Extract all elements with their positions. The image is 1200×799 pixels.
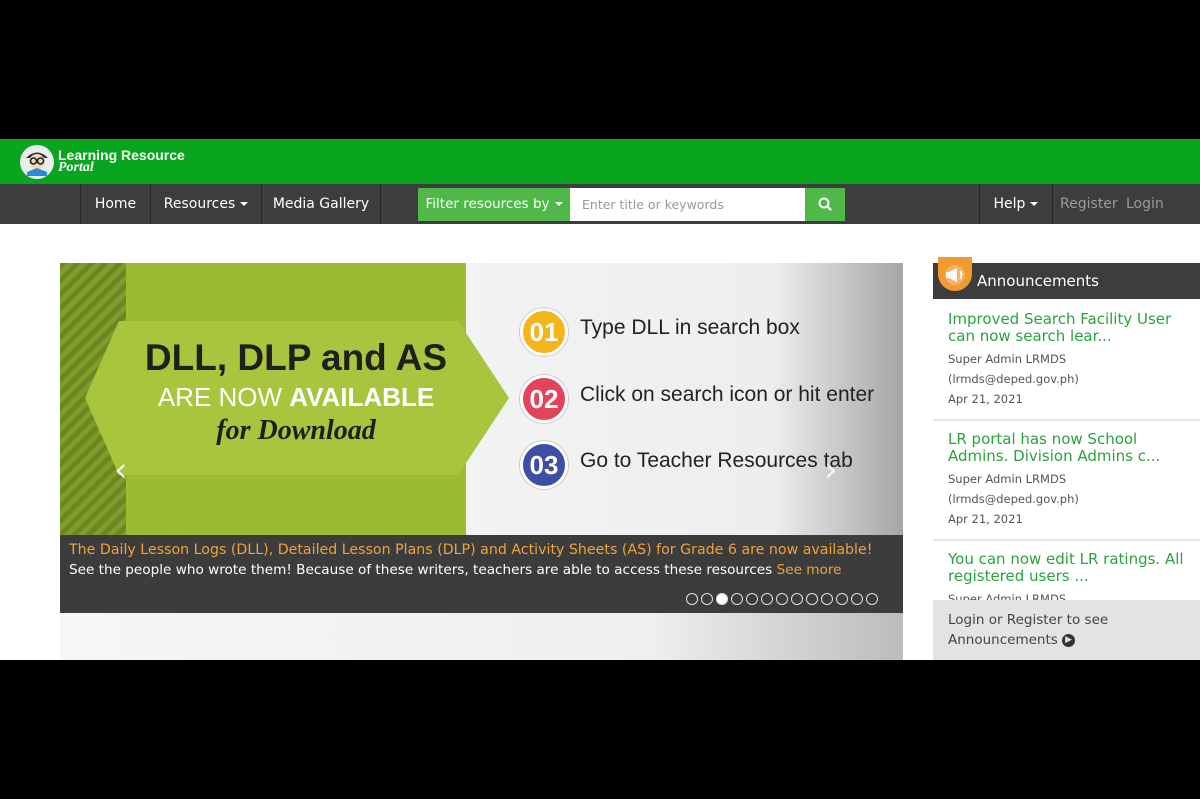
portal-screen: Learning Resource Portal Home Resources … — [0, 139, 1200, 660]
carousel-indicators — [686, 593, 878, 605]
announcement-title-link[interactable]: LR portal has now School Admins. Divisio… — [948, 431, 1193, 465]
login-link[interactable]: Login — [1126, 184, 1164, 224]
login-prompt-label: Login or Register to see Announcements — [948, 612, 1109, 648]
nav-resources-label: Resources — [163, 196, 236, 212]
announcement-email: (lrmds@deped.gov.ph) — [948, 372, 1079, 386]
caption-description: See the people who wrote them! Because o… — [69, 562, 841, 578]
arrow-right-circle-icon: ▶ — [1062, 633, 1076, 647]
slide-subline-emphasis: AVAILABLE — [289, 382, 435, 412]
carousel-bottom-strip — [60, 613, 903, 660]
step-number-badge: 03 — [520, 441, 568, 489]
nav-help-dropdown[interactable]: Help — [979, 184, 1053, 224]
step-number-badge: 02 — [520, 375, 568, 423]
carousel-dot[interactable] — [761, 593, 773, 605]
carousel-dot[interactable] — [866, 593, 878, 605]
announcement-date: Apr 21, 2021 — [948, 392, 1023, 406]
top-header: Learning Resource Portal — [0, 139, 1200, 184]
carousel-dot[interactable] — [821, 593, 833, 605]
step-number-badge: 01 — [520, 308, 568, 356]
carousel-dot[interactable] — [776, 593, 788, 605]
caret-down-icon — [1030, 202, 1039, 206]
announcement-author: Super Admin LRMDS — [948, 472, 1067, 486]
brand-subname[interactable]: Portal — [58, 161, 94, 175]
nav-home[interactable]: Home — [80, 184, 150, 224]
carousel-dot[interactable] — [746, 593, 758, 605]
announcement-title-link[interactable]: Improved Search Facility User can now se… — [948, 311, 1193, 345]
announcements-title: Announcements — [977, 272, 1099, 290]
announcement-date: Apr 21, 2021 — [948, 512, 1023, 526]
announcement-item: You can now edit LR ratings. All registe… — [933, 551, 1200, 600]
login-prompt-text: Login or Register to see Announcements ▶ — [948, 610, 1188, 650]
nav-home-label: Home — [94, 196, 137, 212]
announcement-email: (lrmds@deped.gov.ph) — [948, 492, 1079, 506]
step-text: Go to Teacher Resources tab — [580, 449, 853, 472]
carousel-prev-icon[interactable]: ‹ — [114, 453, 128, 487]
announcement-title-link[interactable]: You can now edit LR ratings. All registe… — [948, 551, 1193, 585]
search-input[interactable] — [570, 188, 805, 221]
carousel-dot[interactable] — [686, 593, 698, 605]
slide-caption: The Daily Lesson Logs (DLL), Detailed Le… — [60, 535, 903, 613]
search-icon — [818, 197, 832, 211]
carousel-dot[interactable] — [716, 593, 728, 605]
nav-resources-dropdown[interactable]: Resources — [150, 184, 261, 224]
carousel-next-icon[interactable]: › — [824, 453, 838, 487]
nav-help-label: Help — [993, 196, 1026, 212]
main-nav: Home Resources Media Gallery Filter reso… — [0, 184, 1200, 224]
featured-carousel: DLL, DLP and AS ARE NOW AVAILABLE for Do… — [60, 263, 903, 660]
slide-headline: DLL, DLP and AS — [144, 337, 448, 378]
carousel-dot[interactable] — [806, 593, 818, 605]
announcements-panel: Announcements Improved Search Facility U… — [933, 257, 1200, 660]
step-text: Click on search icon or hit enter — [580, 383, 875, 406]
see-more-link[interactable]: See more — [777, 562, 842, 578]
nav-media-gallery-label: Media Gallery — [272, 196, 370, 212]
step-text: Type DLL in search box — [580, 316, 800, 339]
carousel-dot[interactable] — [836, 593, 848, 605]
slide-subline-prefix: ARE NOW — [157, 382, 290, 412]
caption-title: The Daily Lesson Logs (DLL), Detailed Le… — [69, 542, 873, 558]
search-button[interactable] — [805, 188, 845, 221]
announcements-header: Announcements — [933, 257, 1200, 299]
portal-logo-icon[interactable] — [20, 145, 54, 179]
filter-label: Filter resources by — [425, 196, 550, 212]
announcement-author: Super Admin LRMDS — [948, 592, 1067, 600]
megaphone-icon — [938, 257, 972, 291]
announcements-login-prompt[interactable]: Login or Register to see Announcements ▶ — [933, 600, 1200, 660]
carousel-dot[interactable] — [731, 593, 743, 605]
register-link[interactable]: Register — [1060, 184, 1118, 224]
carousel-dot[interactable] — [851, 593, 863, 605]
announcement-item: LR portal has now School Admins. Divisio… — [933, 431, 1200, 541]
slide-script-text: for Download — [216, 415, 376, 446]
filter-resources-button[interactable]: Filter resources by — [418, 188, 570, 221]
announcement-item: Improved Search Facility User can now se… — [933, 311, 1200, 421]
carousel-dot[interactable] — [701, 593, 713, 605]
caret-down-icon — [554, 202, 563, 206]
announcement-author: Super Admin LRMDS — [948, 352, 1067, 366]
caption-text: See the people who wrote them! Because o… — [69, 562, 777, 578]
caret-down-icon — [240, 202, 249, 206]
carousel-dot[interactable] — [791, 593, 803, 605]
slide-subline: ARE NOW AVAILABLE — [126, 381, 466, 413]
nav-media-gallery[interactable]: Media Gallery — [261, 184, 381, 224]
